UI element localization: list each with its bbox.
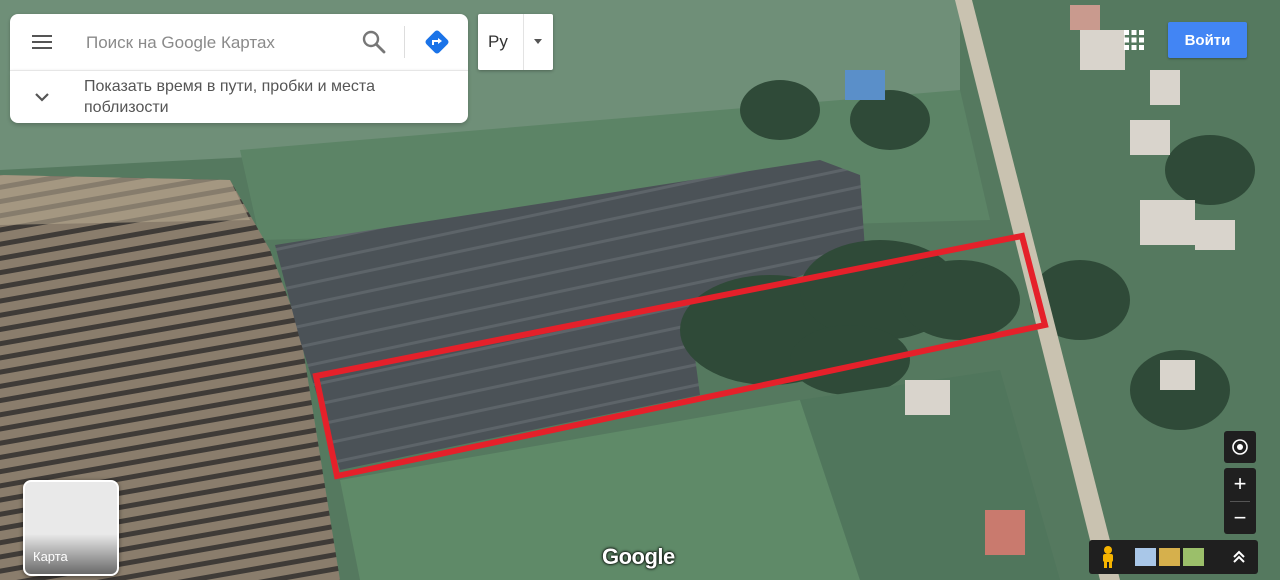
- language-divider: [523, 14, 524, 70]
- zoom-in-button[interactable]: +: [1224, 468, 1256, 500]
- menu-icon[interactable]: [28, 28, 56, 56]
- bottom-controls: [1089, 540, 1258, 574]
- pegman-icon[interactable]: [1097, 545, 1119, 569]
- google-logo: Google: [602, 544, 675, 569]
- signin-button[interactable]: Войти: [1168, 22, 1247, 58]
- travel-time-hint[interactable]: Показать время в пути, пробки и места по…: [10, 70, 468, 123]
- chevron-down-icon[interactable]: [30, 85, 54, 109]
- travel-time-text: Показать время в пути, пробки и места по…: [84, 78, 375, 116]
- directions-icon[interactable]: [422, 27, 452, 57]
- chevron-up-icon[interactable]: [1229, 547, 1249, 567]
- imagery-thumb-3[interactable]: [1183, 548, 1204, 566]
- compass-icon[interactable]: [1224, 431, 1256, 463]
- apps-grid-icon[interactable]: [1123, 29, 1145, 51]
- zoom-controls: + −: [1224, 468, 1256, 534]
- layer-switcher-label: Карта: [33, 549, 68, 564]
- imagery-thumb-2[interactable]: [1159, 548, 1180, 566]
- search-icon[interactable]: [360, 28, 388, 56]
- search-divider: [404, 26, 405, 58]
- caret-down-icon[interactable]: [534, 39, 542, 44]
- zoom-out-button[interactable]: −: [1224, 502, 1256, 534]
- search-input[interactable]: [84, 28, 358, 58]
- imagery-thumb-1[interactable]: [1135, 548, 1156, 566]
- language-label: Ру: [488, 32, 508, 51]
- language-selector[interactable]: Ру: [478, 14, 553, 70]
- search-box: [10, 14, 468, 70]
- layer-switcher[interactable]: Карта: [23, 480, 119, 576]
